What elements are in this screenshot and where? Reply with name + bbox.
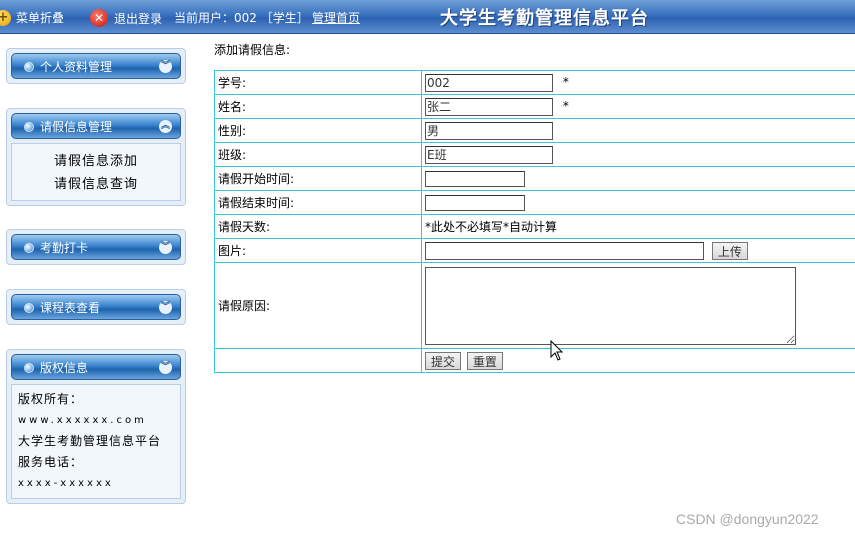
sidebar-item-leave-add[interactable]: 请假信息添加: [12, 150, 180, 173]
logout-button[interactable]: ✕ 退出登录: [90, 9, 162, 27]
submit-button[interactable]: 提交: [425, 351, 462, 370]
panel-copyright: 版权信息 ︾ 版权所有： www.xxxxxx.com 大学生考勤管理信息平台 …: [6, 349, 186, 504]
form-title: 添加请假信息:: [214, 43, 291, 57]
bullet-icon: [24, 363, 34, 373]
reset-button[interactable]: 重置: [466, 351, 503, 370]
reason-textarea[interactable]: [425, 266, 796, 345]
panel-schedule: 课程表查看 ︾: [6, 289, 186, 325]
leave-form-table: 学号: * 姓名: * 性别: 班级: 请假开始时间: 请假结束时间:: [214, 70, 855, 373]
end-time-input[interactable]: [425, 194, 525, 211]
copyright-owner-label: 版权所有：: [18, 392, 84, 406]
form-row-student-id: 学号: *: [214, 70, 855, 95]
close-icon: ✕: [90, 9, 108, 27]
bullet-icon: [24, 303, 34, 313]
panel-body-copyright: 版权所有： www.xxxxxx.com 大学生考勤管理信息平台 服务电话： x…: [11, 384, 181, 499]
panel-label: 请假信息管理: [40, 120, 113, 134]
student-id-input[interactable]: [425, 73, 553, 92]
sidebar-item-leave-query[interactable]: 请假信息查询: [12, 173, 180, 196]
chevron-down-icon[interactable]: ︾: [159, 301, 172, 314]
plus-icon: +: [0, 9, 11, 26]
field-cell: *: [421, 70, 855, 95]
copyright-url: www.xxxxxx.com: [18, 415, 147, 426]
upload-button[interactable]: 上传: [711, 241, 748, 260]
home-link[interactable]: 管理首页: [312, 9, 360, 26]
chevron-down-icon[interactable]: ︾: [159, 361, 172, 374]
name-input[interactable]: [425, 97, 553, 116]
copyright-phone-label: 服务电话：: [18, 455, 84, 469]
logout-label: 退出登录: [114, 11, 163, 26]
field-cell: 上传: [421, 238, 855, 263]
required-mark: *: [562, 99, 569, 113]
mouse-cursor-icon: [550, 340, 564, 361]
start-time-input[interactable]: [425, 170, 525, 187]
days-note: *此处不必填写*自动计算: [421, 214, 855, 239]
menu-fold-button[interactable]: + 菜单折叠: [0, 9, 64, 26]
field-cell: [421, 190, 855, 215]
app-title: 大学生考勤管理信息平台: [440, 8, 649, 29]
panel-label: 版权信息: [40, 361, 89, 375]
form-row-days: 请假天数: *此处不必填写*自动计算: [214, 214, 855, 239]
panel-label: 个人资料管理: [40, 60, 113, 74]
field-label: 请假开始时间:: [214, 166, 422, 191]
panel-attendance: 考勤打卡 ︾: [6, 229, 186, 265]
bullet-icon: [24, 122, 34, 132]
bullet-icon: [24, 62, 34, 72]
panel-header-profile[interactable]: 个人资料管理 ︾: [11, 53, 181, 79]
field-label: 请假结束时间:: [214, 190, 422, 215]
form-row-gender: 性别:: [214, 118, 855, 143]
field-label: 姓名:: [214, 94, 422, 119]
required-mark: *: [562, 75, 569, 89]
panel-header-leave[interactable]: 请假信息管理 ︽: [11, 113, 181, 139]
copyright-phone: xxxx-xxxxxx: [18, 478, 114, 489]
class-input[interactable]: [425, 145, 553, 164]
form-row-end-time: 请假结束时间:: [214, 190, 855, 215]
field-label: 学号:: [214, 70, 422, 95]
panel-body-leave: 请假信息添加 请假信息查询: [11, 143, 181, 201]
top-bar: + 菜单折叠 ✕ 退出登录 当前用户：002 ［学生］ 管理首页 大学生考勤管理…: [0, 0, 855, 34]
copyright-app-name: 大学生考勤管理信息平台: [18, 434, 162, 448]
panel-leave: 请假信息管理 ︽ 请假信息添加 请假信息查询: [6, 108, 186, 206]
chevron-up-icon[interactable]: ︽: [159, 120, 172, 133]
panel-label: 课程表查看: [40, 301, 101, 315]
field-cell: [421, 142, 855, 167]
form-row-actions: 提交 重置: [214, 348, 855, 373]
form-row-reason: 请假原因:: [214, 262, 855, 349]
field-label: 班级:: [214, 142, 422, 167]
field-cell: [421, 262, 855, 349]
menu-fold-label: 菜单折叠: [16, 11, 65, 25]
gender-input[interactable]: [425, 121, 553, 140]
watermark: CSDN @dongyun2022: [676, 511, 819, 527]
form-row-name: 姓名: *: [214, 94, 855, 119]
chevron-down-icon[interactable]: ︾: [159, 241, 172, 254]
panel-label: 考勤打卡: [40, 241, 89, 255]
field-label: 请假天数:: [214, 214, 422, 239]
panel-header-schedule[interactable]: 课程表查看 ︾: [11, 294, 181, 320]
panel-header-attendance[interactable]: 考勤打卡 ︾: [11, 234, 181, 260]
field-cell: [421, 118, 855, 143]
panel-header-copyright[interactable]: 版权信息 ︾: [11, 354, 181, 380]
chevron-down-icon[interactable]: ︾: [159, 60, 172, 73]
field-cell: *: [421, 94, 855, 119]
field-label: 性别:: [214, 118, 422, 143]
empty-cell: [214, 348, 422, 373]
actions-cell: 提交 重置: [421, 348, 855, 373]
bullet-icon: [24, 243, 34, 253]
form-row-start-time: 请假开始时间:: [214, 166, 855, 191]
field-label: 请假原因:: [214, 262, 422, 349]
image-path-input[interactable]: [425, 241, 704, 260]
field-label: 图片:: [214, 238, 422, 263]
panel-profile: 个人资料管理 ︾: [6, 48, 186, 84]
form-row-image: 图片: 上传: [214, 238, 855, 263]
current-user-text: 当前用户：002 ［学生］: [174, 11, 309, 25]
field-cell: [421, 166, 855, 191]
form-row-class: 班级:: [214, 142, 855, 167]
